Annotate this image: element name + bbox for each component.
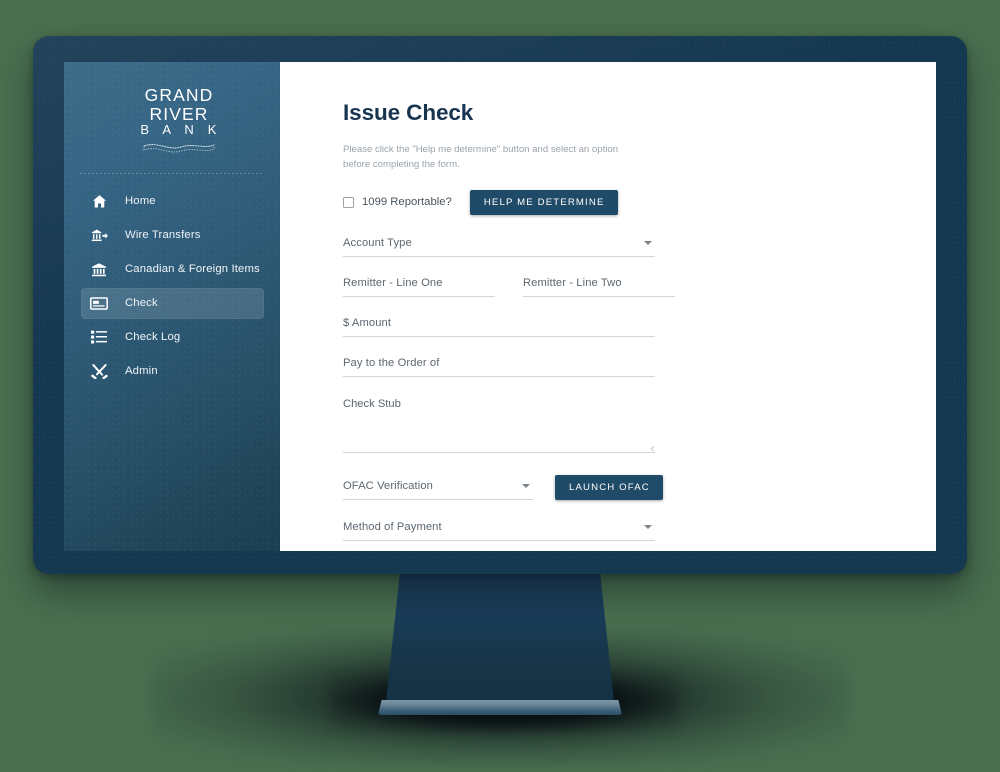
screen: GRAND RIVER B A N K Home Wire Transfers … bbox=[64, 62, 936, 551]
sidebar-item-check-log[interactable]: Check Log bbox=[81, 322, 264, 353]
tools-icon bbox=[87, 363, 111, 380]
main-content: Issue Check Please click the "Help me de… bbox=[280, 62, 936, 551]
page-description: Please click the "Help me determine" but… bbox=[343, 144, 619, 170]
pay-to-order-of-input[interactable]: Pay to the Order of bbox=[343, 357, 655, 377]
sidebar-item-canadian-foreign-items[interactable]: Canadian & Foreign Items bbox=[81, 254, 264, 285]
sidebar-divider bbox=[80, 172, 264, 174]
help-me-determine-button[interactable]: HELP ME DETERMINE bbox=[469, 189, 618, 215]
sidebar-item-label: Admin bbox=[125, 365, 158, 378]
check-icon bbox=[87, 297, 111, 310]
logo-line-1: GRAND bbox=[144, 85, 214, 105]
reportable-checkbox[interactable]: 1099 Reportable? bbox=[343, 196, 452, 208]
sidebar-item-label: Check Log bbox=[125, 331, 181, 344]
reportable-row: 1099 Reportable? HELP ME DETERMINE bbox=[343, 189, 894, 215]
sidebar-item-label: Check bbox=[125, 297, 158, 310]
ofac-row: OFAC Verification LAUNCH OFAC bbox=[343, 474, 894, 500]
home-icon bbox=[87, 194, 111, 209]
brand-logo[interactable]: GRAND RIVER B A N K bbox=[78, 72, 280, 163]
sidebar-item-label: Wire Transfers bbox=[125, 229, 201, 242]
reportable-label: 1099 Reportable? bbox=[362, 196, 452, 209]
method-of-payment-label: Method of Payment bbox=[343, 520, 442, 533]
account-type-label: Account Type bbox=[343, 236, 412, 249]
ofac-verification-select[interactable]: OFAC Verification bbox=[343, 480, 533, 500]
sidebar-item-admin[interactable]: Admin bbox=[81, 356, 264, 387]
field-underline bbox=[343, 375, 655, 377]
list-icon bbox=[87, 330, 111, 344]
amount-label: $ Amount bbox=[343, 316, 392, 329]
check-stub-label: Check Stub bbox=[343, 397, 401, 410]
resize-handle-icon[interactable] bbox=[647, 444, 654, 451]
remitter-line-one-label: Remitter - Line One bbox=[343, 276, 443, 289]
remitter-row: Remitter - Line One Remitter - Line Two bbox=[343, 277, 894, 297]
amount-input[interactable]: $ Amount bbox=[343, 317, 655, 337]
method-of-payment-select[interactable]: Method of Payment bbox=[343, 521, 655, 541]
sidebar-item-label: Home bbox=[125, 195, 156, 208]
account-type-select[interactable]: Account Type bbox=[343, 237, 655, 257]
ofac-verification-label: OFAC Verification bbox=[343, 479, 433, 492]
bank-icon bbox=[87, 262, 111, 277]
logo-line-2: RIVER bbox=[149, 103, 209, 124]
sidebar-item-home[interactable]: Home bbox=[81, 186, 264, 217]
wire-transfer-icon bbox=[87, 228, 111, 243]
sidebar: GRAND RIVER B A N K Home Wire Transfers … bbox=[64, 62, 280, 551]
remitter-line-one-input[interactable]: Remitter - Line One bbox=[343, 277, 495, 297]
field-underline bbox=[343, 335, 655, 337]
sidebar-item-wire-transfers[interactable]: Wire Transfers bbox=[81, 220, 264, 251]
chevron-down-icon bbox=[522, 483, 530, 488]
chevron-down-icon bbox=[644, 240, 652, 245]
field-underline bbox=[343, 295, 495, 297]
monitor-stand-neck bbox=[384, 568, 616, 713]
logo-ribbon-icon bbox=[143, 143, 215, 153]
sidebar-item-label: Canadian & Foreign Items bbox=[125, 263, 260, 276]
monitor-bezel: GRAND RIVER B A N K Home Wire Transfers … bbox=[33, 36, 967, 574]
remitter-line-two-input[interactable]: Remitter - Line Two bbox=[523, 277, 675, 297]
field-underline bbox=[343, 498, 533, 500]
field-underline bbox=[343, 539, 655, 541]
field-underline bbox=[523, 295, 675, 297]
page-title: Issue Check bbox=[343, 100, 474, 125]
checkbox-box-icon[interactable] bbox=[343, 196, 354, 208]
launch-ofac-button[interactable]: LAUNCH OFAC bbox=[555, 474, 663, 500]
check-stub-textarea[interactable]: Check Stub bbox=[343, 397, 655, 453]
logo-line-3: B A N K bbox=[140, 122, 222, 138]
sidebar-item-check[interactable]: Check bbox=[81, 287, 264, 319]
remitter-line-two-label: Remitter - Line Two bbox=[523, 276, 622, 289]
sidebar-nav: Home Wire Transfers Canadian & Foreign I… bbox=[64, 186, 280, 387]
field-underline bbox=[343, 255, 655, 257]
pay-to-order-of-label: Pay to the Order of bbox=[343, 356, 440, 369]
chevron-down-icon bbox=[644, 524, 652, 529]
monitor-stand-base bbox=[378, 700, 622, 715]
check-stub-box[interactable]: Check Stub bbox=[343, 397, 655, 453]
